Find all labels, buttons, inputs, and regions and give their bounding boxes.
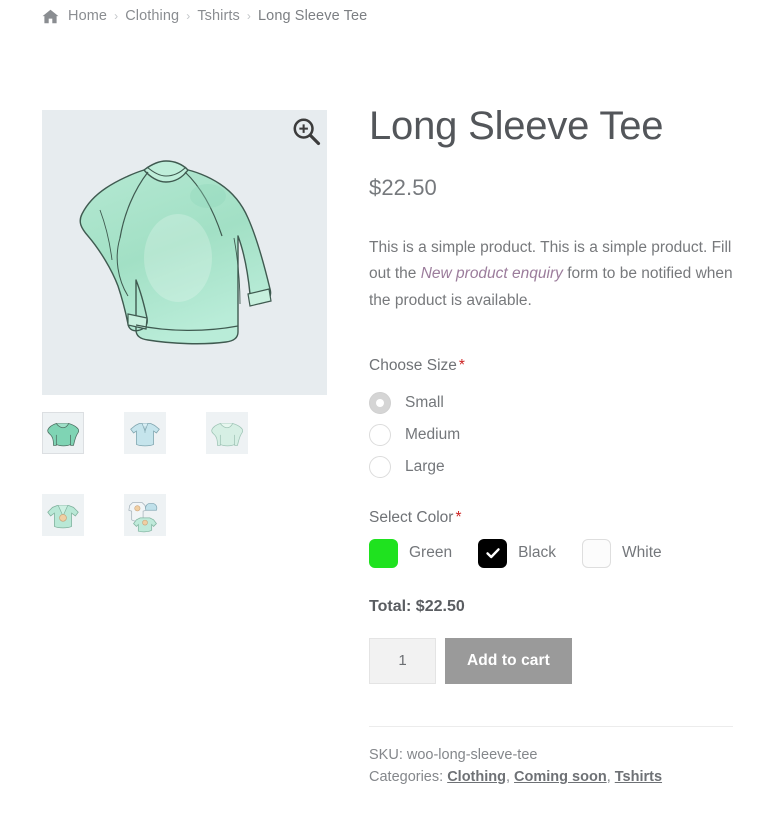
- required-asterisk: *: [458, 356, 465, 374]
- color-swatch-icon[interactable]: [478, 538, 508, 568]
- sku-value: woo-long-sleeve-tee: [406, 746, 538, 763]
- breadcrumb: Home › Clothing › Tshirts › Long Sleeve …: [42, 8, 367, 24]
- sku-label: SKU:: [369, 746, 403, 763]
- product-sku: SKU: woo-long-sleeve-tee: [369, 744, 733, 766]
- choose-size-label-text: Choose Size: [369, 356, 457, 374]
- color-swatch-icon[interactable]: [369, 538, 398, 568]
- radio-icon[interactable]: [369, 423, 391, 446]
- select-color-field: Select Color * Green Black White: [369, 509, 733, 568]
- categories-separator: ,: [505, 769, 515, 786]
- breadcrumb-separator: ›: [114, 9, 119, 23]
- thumbnail-item[interactable]: [124, 412, 166, 454]
- radio-icon[interactable]: [369, 455, 391, 478]
- color-option-green[interactable]: Green: [369, 538, 453, 568]
- add-to-cart-row: Add to cart: [369, 637, 733, 684]
- breadcrumb-separator: ›: [246, 9, 252, 23]
- select-color-label-text: Select Color: [369, 508, 454, 526]
- color-option-black[interactable]: Black: [478, 538, 556, 568]
- thumbnail-item[interactable]: [124, 494, 166, 536]
- thumbnail-item[interactable]: [206, 412, 248, 454]
- choose-size-label: Choose Size *: [369, 357, 733, 375]
- product-gallery: [42, 110, 327, 536]
- breadcrumb-separator: ›: [186, 9, 191, 23]
- home-icon[interactable]: [42, 9, 59, 24]
- breadcrumb-item-clothing[interactable]: Clothing: [125, 8, 179, 24]
- product-summary: Long Sleeve Tee $22.50 This is a simple …: [369, 104, 733, 789]
- size-option-label: Medium: [405, 425, 461, 443]
- thumbnail-item[interactable]: [42, 412, 84, 454]
- color-option-label: White: [622, 544, 662, 562]
- color-option-label: Black: [518, 544, 556, 562]
- breadcrumb-item-current: Long Sleeve Tee: [258, 8, 368, 24]
- breadcrumb-item-home[interactable]: Home: [68, 8, 107, 24]
- size-option-label: Small: [405, 393, 444, 411]
- choose-size-field: Choose Size * Small Medium Large: [369, 357, 733, 483]
- size-option-large[interactable]: Large: [369, 451, 733, 483]
- new-product-enquiry-link[interactable]: New product enquiry: [421, 265, 563, 282]
- color-option-white[interactable]: White: [582, 538, 662, 568]
- product-description: This is a simple product. This is a simp…: [369, 235, 733, 315]
- select-color-label: Select Color *: [369, 509, 733, 527]
- color-swatch-icon[interactable]: [582, 538, 611, 568]
- size-option-small[interactable]: Small: [369, 387, 733, 419]
- main-product-image[interactable]: [42, 110, 327, 395]
- size-option-medium[interactable]: Medium: [369, 419, 733, 451]
- category-link-tshirts[interactable]: Tshirts: [615, 769, 662, 785]
- product-page: Home › Clothing › Tshirts › Long Sleeve …: [0, 0, 775, 830]
- category-link-clothing[interactable]: Clothing: [447, 769, 506, 785]
- thumbnail-list: [42, 412, 327, 536]
- add-to-cart-button[interactable]: Add to cart: [445, 637, 572, 684]
- categories-separator: ,: [606, 769, 615, 786]
- color-option-label: Green: [409, 544, 453, 562]
- size-option-label: Large: [405, 457, 445, 475]
- radio-icon[interactable]: [369, 391, 391, 414]
- page-title: Long Sleeve Tee: [369, 104, 664, 148]
- magnifier-plus-icon[interactable]: [291, 116, 321, 146]
- divider: [369, 725, 733, 727]
- category-link-coming-soon[interactable]: Coming soon: [514, 769, 607, 785]
- product-price: $22.50: [369, 174, 437, 200]
- required-asterisk: *: [455, 508, 462, 526]
- breadcrumb-item-tshirts[interactable]: Tshirts: [197, 8, 240, 24]
- quantity-input[interactable]: [369, 637, 436, 684]
- check-icon: [485, 548, 500, 559]
- color-swatch-row: Green Black White: [369, 538, 733, 568]
- total-price: Total: $22.50: [369, 597, 465, 615]
- product-categories: Categories: Clothing, Coming soon, Tshir…: [369, 766, 733, 788]
- categories-label: Categories:: [369, 769, 444, 786]
- thumbnail-item[interactable]: [42, 494, 84, 536]
